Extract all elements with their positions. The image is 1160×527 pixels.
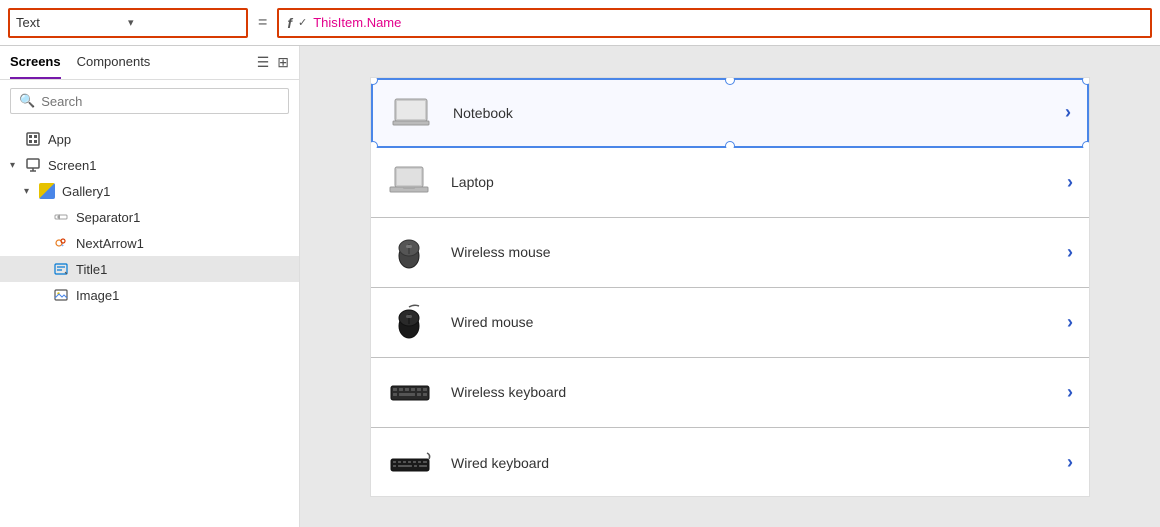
formula-text: ThisItem.Name	[313, 15, 401, 30]
notebook-name: Notebook	[453, 105, 1065, 121]
separator-icon	[52, 208, 70, 226]
handle-tr	[1082, 77, 1090, 85]
notebook-arrow[interactable]: ›	[1065, 102, 1071, 123]
canvas-area: Notebook › Laptop ›	[300, 46, 1160, 527]
nextarrow-icon: +	[52, 234, 70, 252]
screen-icon	[24, 156, 42, 174]
wireless-mouse-arrow[interactable]: ›	[1067, 242, 1073, 263]
wireless-keyboard-image	[387, 372, 435, 412]
search-icon: 🔍	[19, 93, 35, 109]
wired-keyboard-name: Wired keyboard	[451, 455, 1067, 471]
gallery-item-wireless-keyboard[interactable]: Wireless keyboard ›	[371, 358, 1089, 428]
sidebar-tab-icons: ☰ ⊞	[257, 54, 289, 79]
sidebar-search[interactable]: 🔍	[10, 88, 289, 114]
image1-label: Image1	[76, 288, 119, 303]
notebook-image	[389, 93, 437, 133]
wireless-keyboard-arrow[interactable]: ›	[1067, 382, 1073, 403]
laptop-name: Laptop	[451, 174, 1067, 190]
property-label: Text	[16, 15, 128, 30]
gallery-item-laptop[interactable]: Laptop ›	[371, 148, 1089, 218]
nextarrow1-label: NextArrow1	[76, 236, 144, 251]
wired-keyboard-image	[387, 443, 435, 483]
app-icon	[24, 130, 42, 148]
formula-bar[interactable]: f ✓ ThisItem.Name	[277, 8, 1152, 38]
sidebar-item-nextarrow1[interactable]: + NextArrow1	[0, 230, 299, 256]
wired-mouse-image	[387, 302, 435, 342]
gallery1-arrow: ▾	[24, 186, 34, 197]
title1-label: Title1	[76, 262, 107, 277]
sidebar-item-image1[interactable]: Image1	[0, 282, 299, 308]
sidebar-item-app[interactable]: App	[0, 126, 299, 152]
app-label: App	[48, 132, 71, 147]
grid-view-icon[interactable]: ⊞	[277, 54, 289, 71]
gallery-item-wireless-mouse[interactable]: Wireless mouse ›	[371, 218, 1089, 288]
gallery1-label: Gallery1	[62, 184, 110, 199]
tab-components[interactable]: Components	[77, 54, 151, 79]
tab-screens[interactable]: Screens	[10, 54, 61, 79]
wired-mouse-name: Wired mouse	[451, 314, 1067, 330]
equals-sign: =	[254, 14, 271, 32]
wireless-mouse-image	[387, 232, 435, 272]
property-chevron[interactable]: ▾	[128, 16, 240, 29]
title-icon	[52, 260, 70, 278]
wireless-keyboard-name: Wireless keyboard	[451, 384, 1067, 400]
handle-tl	[370, 77, 378, 85]
formula-chevron[interactable]: ✓	[298, 16, 307, 29]
screen1-arrow: ▾	[10, 160, 20, 171]
gallery-item-wired-keyboard[interactable]: Wired keyboard ›	[371, 428, 1089, 497]
sidebar-item-title1[interactable]: Title1	[0, 256, 299, 282]
gallery-container: Notebook › Laptop ›	[370, 77, 1090, 497]
laptop-image	[387, 162, 435, 202]
image-icon	[52, 286, 70, 304]
sidebar-tabs: Screens Components ☰ ⊞	[0, 46, 299, 80]
gallery-item-notebook[interactable]: Notebook ›	[371, 78, 1089, 148]
screen1-label: Screen1	[48, 158, 96, 173]
tree-container: App ▾ Screen1 ▾ Gallery1	[0, 122, 299, 527]
sidebar-item-separator1[interactable]: Separator1	[0, 204, 299, 230]
wired-keyboard-arrow[interactable]: ›	[1067, 452, 1073, 473]
gallery-item-wired-mouse[interactable]: Wired mouse ›	[371, 288, 1089, 358]
gallery-icon	[38, 182, 56, 200]
wireless-mouse-name: Wireless mouse	[451, 244, 1067, 260]
wired-mouse-arrow[interactable]: ›	[1067, 312, 1073, 333]
top-bar: Text ▾ = f ✓ ThisItem.Name	[0, 0, 1160, 46]
sidebar-item-gallery1[interactable]: ▾ Gallery1	[0, 178, 299, 204]
sidebar-item-screen1[interactable]: ▾ Screen1	[0, 152, 299, 178]
list-view-icon[interactable]: ☰	[257, 54, 270, 71]
laptop-arrow[interactable]: ›	[1067, 172, 1073, 193]
main-layout: Screens Components ☰ ⊞ 🔍 App	[0, 46, 1160, 527]
sidebar: Screens Components ☰ ⊞ 🔍 App	[0, 46, 300, 527]
separator1-label: Separator1	[76, 210, 140, 225]
formula-icon: f	[287, 15, 292, 31]
search-input[interactable]	[41, 94, 280, 109]
handle-tc	[725, 77, 735, 85]
property-selector[interactable]: Text ▾	[8, 8, 248, 38]
svg-text:+: +	[61, 243, 64, 249]
